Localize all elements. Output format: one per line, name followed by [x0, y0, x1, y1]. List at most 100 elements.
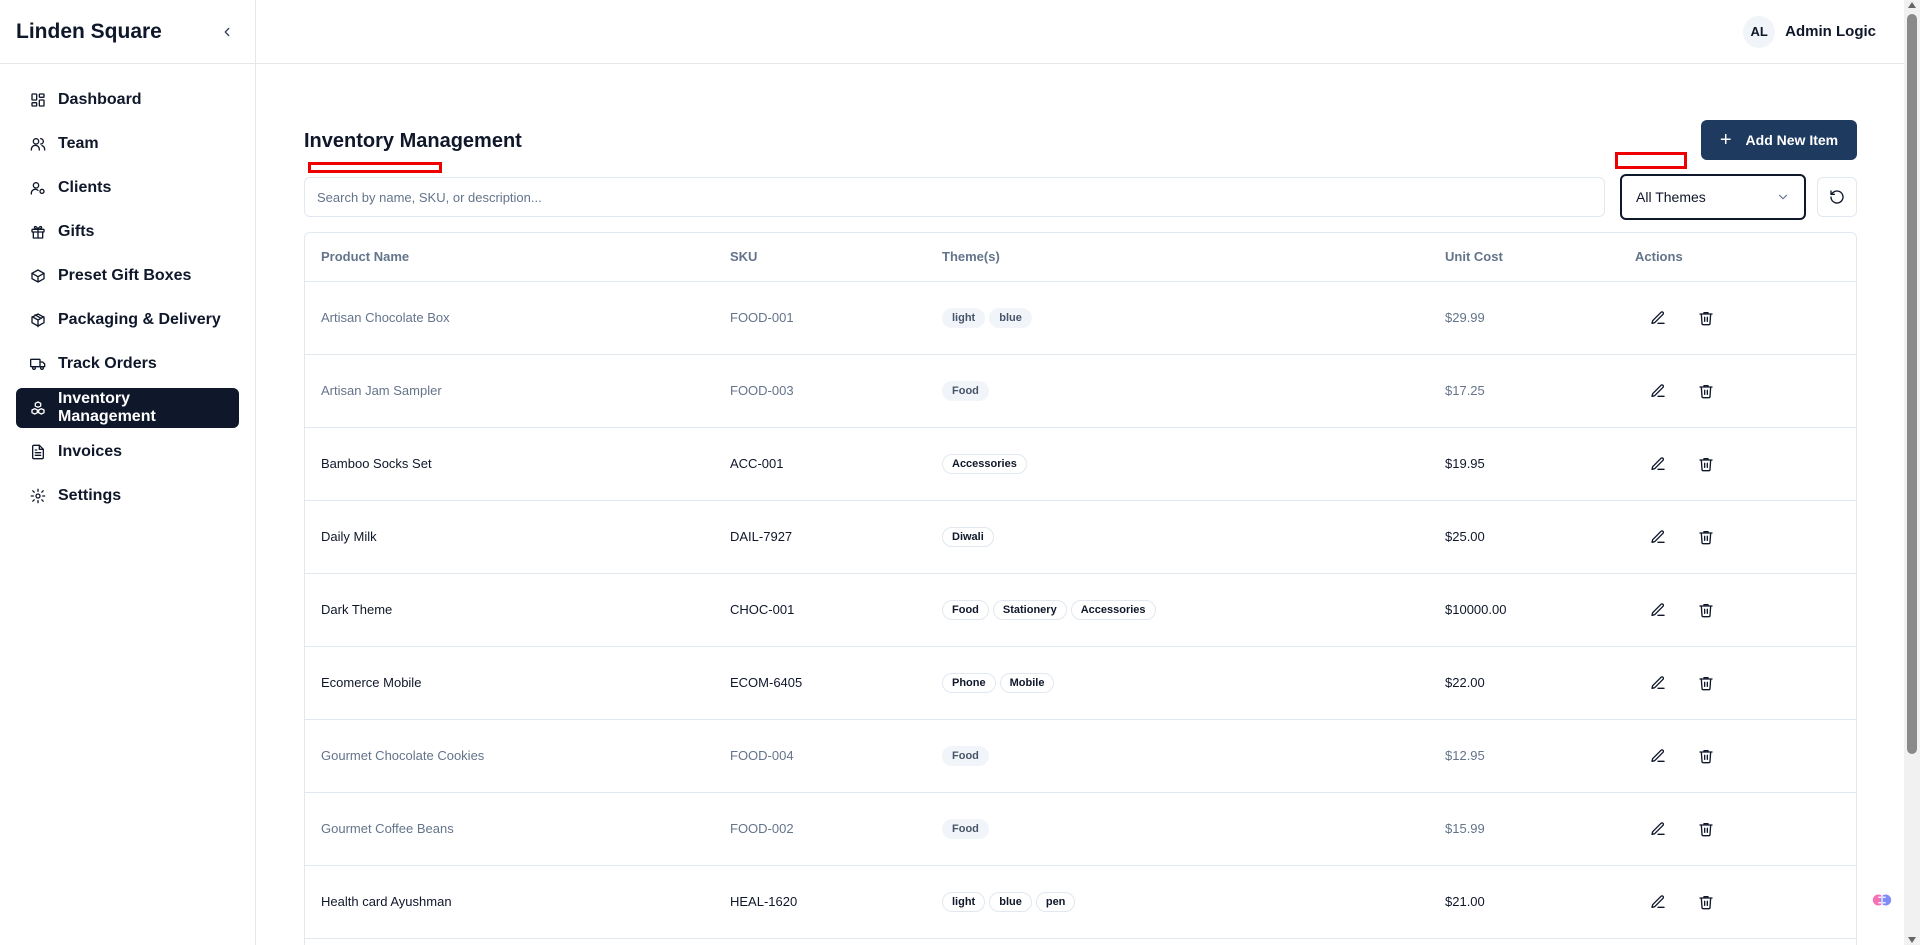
delete-button[interactable]: [1693, 889, 1719, 915]
delete-button[interactable]: [1693, 743, 1719, 769]
sidebar-item-label: Gifts: [58, 223, 95, 240]
table-row[interactable]: Artisan Jam Sampler FOOD-003 Food $17.25: [305, 354, 1856, 427]
actions-cell: [1619, 573, 1856, 646]
brand-name: Linden Square: [16, 19, 162, 43]
themes-cell: light blue pen: [926, 865, 1429, 938]
product-name-cell: Gourmet Coffee Beans: [321, 821, 454, 836]
delete-button[interactable]: [1693, 524, 1719, 550]
annotation-marker: [308, 162, 442, 173]
delete-button[interactable]: [1693, 378, 1719, 404]
user-cog-icon: [30, 180, 46, 196]
table-row[interactable]: Gourmet Chocolate Cookies FOOD-004 Food $12…: [305, 719, 1856, 792]
theme-tag: Food: [942, 818, 989, 839]
sidebar-item-inventory-management[interactable]: Inventory Management: [16, 388, 239, 428]
sku-cell: FOOD-002: [730, 821, 794, 836]
product-name-cell: Gourmet Chocolate Cookies: [321, 748, 485, 763]
trash-icon: [1698, 602, 1714, 618]
theme-tag: blue: [989, 891, 1032, 912]
edit-button[interactable]: [1645, 670, 1671, 696]
trash-icon: [1698, 383, 1714, 399]
product-name-cell: Bamboo Socks Set: [321, 456, 432, 471]
sidebar-item-dashboard[interactable]: Dashboard: [16, 80, 239, 120]
user-name[interactable]: Admin Logic: [1785, 23, 1876, 40]
table-row[interactable]: Gourmet Coffee Beans FOOD-002 Food $15.99: [305, 792, 1856, 865]
add-new-item-button[interactable]: + Add New Item: [1701, 120, 1857, 160]
sidebar-item-team[interactable]: Team: [16, 124, 239, 164]
themes-cell: Accessories: [926, 427, 1429, 500]
sidebar-item-invoices[interactable]: Invoices: [16, 432, 239, 472]
trash-icon: [1698, 675, 1714, 691]
delete-button[interactable]: [1693, 597, 1719, 623]
sidebar: Linden Square Dashboard Team Clients Gifts P…: [0, 0, 256, 945]
product-name-cell: Artisan Chocolate Box: [321, 310, 450, 325]
delete-button[interactable]: [1693, 305, 1719, 331]
product-name-cell: Dark Theme: [321, 602, 393, 617]
table-row[interactable]: Bamboo Socks Set ACC-001 Accessories $19.95: [305, 427, 1856, 500]
edit-button[interactable]: [1645, 378, 1671, 404]
theme-tag: light: [942, 891, 986, 912]
pencil-icon: [1650, 602, 1666, 618]
edit-button[interactable]: [1645, 743, 1671, 769]
sidebar-item-label: Track Orders: [58, 355, 157, 372]
actions-cell: [1619, 865, 1856, 938]
table-row[interactable]: Artisan Chocolate Box FOOD-001 light blue $2…: [305, 281, 1856, 354]
brain-icon: [1872, 894, 1892, 906]
gift-icon: [30, 224, 46, 240]
delete-button[interactable]: [1693, 816, 1719, 842]
page-title: Inventory Management: [304, 130, 522, 152]
sidebar-item-track-orders[interactable]: Track Orders: [16, 344, 239, 384]
edit-button[interactable]: [1645, 305, 1671, 331]
search-input[interactable]: [304, 177, 1605, 217]
delete-button[interactable]: [1693, 451, 1719, 477]
pencil-icon: [1650, 529, 1666, 545]
edit-button[interactable]: [1645, 597, 1671, 623]
delete-button[interactable]: [1693, 670, 1719, 696]
user-menu[interactable]: AL Admin Logic: [1743, 15, 1876, 48]
themes-cell: light blue: [926, 281, 1429, 354]
collapse-sidebar-button[interactable]: [215, 20, 239, 44]
actions-cell: [1619, 500, 1856, 573]
actions-cell: [1619, 354, 1856, 427]
scrollbar[interactable]: [1904, 0, 1920, 945]
theme-tag: Stationery: [992, 599, 1067, 620]
themes-cell: Food: [926, 719, 1429, 792]
annotation-marker: [1615, 152, 1687, 169]
actions-cell: [1619, 792, 1856, 865]
theme-tag: Diwali: [942, 526, 994, 547]
theme-tag: Accessories: [1070, 599, 1156, 620]
unit-cost-cell: $15.99: [1445, 821, 1485, 836]
assistant-icon[interactable]: [1868, 886, 1896, 914]
theme-filter-select[interactable]: All Themes: [1620, 174, 1806, 220]
unit-cost-cell: $21.00: [1445, 894, 1485, 909]
sidebar-item-label: Preset Gift Boxes: [58, 267, 192, 284]
avatar[interactable]: AL: [1743, 15, 1776, 48]
edit-button[interactable]: [1645, 816, 1671, 842]
pencil-icon: [1650, 310, 1666, 326]
edit-button[interactable]: [1645, 889, 1671, 915]
pencil-icon: [1650, 456, 1666, 472]
sidebar-item-gifts[interactable]: Gifts: [16, 212, 239, 252]
sidebar-item-settings[interactable]: Settings: [16, 476, 239, 516]
table-header-row: Product Name SKU Theme(s) Unit Cost Acti…: [305, 233, 1856, 282]
themes-cell: Phone Mobile: [926, 646, 1429, 719]
table-row[interactable]: Ecomerce Mobile ECOM-6405 Phone Mobile $22.0…: [305, 646, 1856, 719]
edit-button[interactable]: [1645, 451, 1671, 477]
file-text-icon: [30, 444, 46, 460]
reset-filters-button[interactable]: [1817, 177, 1857, 217]
inventory-table: Product Name SKU Theme(s) Unit Cost Acti…: [304, 232, 1857, 945]
unit-cost-cell: $19.95: [1445, 456, 1485, 471]
edit-button[interactable]: [1645, 524, 1671, 550]
column-header-unit-cost: Unit Cost: [1429, 233, 1619, 282]
table-row[interactable]: Daily Milk DAIL-7927 Diwali $25.00: [305, 500, 1856, 573]
table-row[interactable]: Dark Theme CHOC-001 Food Stationery Accessor…: [305, 573, 1856, 646]
actions-cell: [1619, 427, 1856, 500]
sidebar-item-clients[interactable]: Clients: [16, 168, 239, 208]
sidebar-item-label: Invoices: [58, 443, 123, 460]
scroll-up-arrow[interactable]: [1908, 2, 1916, 8]
column-header-themes: Theme(s): [926, 233, 1429, 282]
scroll-down-arrow[interactable]: [1908, 937, 1916, 943]
sidebar-item-packaging-and-delivery[interactable]: Packaging & Delivery: [16, 300, 239, 340]
sidebar-item-preset-gift-boxes[interactable]: Preset Gift Boxes: [16, 256, 239, 296]
table-row[interactable]: Health card Ayushman HEAL-1620 light blue pe…: [305, 865, 1856, 938]
scroll-thumb[interactable]: [1907, 14, 1917, 754]
